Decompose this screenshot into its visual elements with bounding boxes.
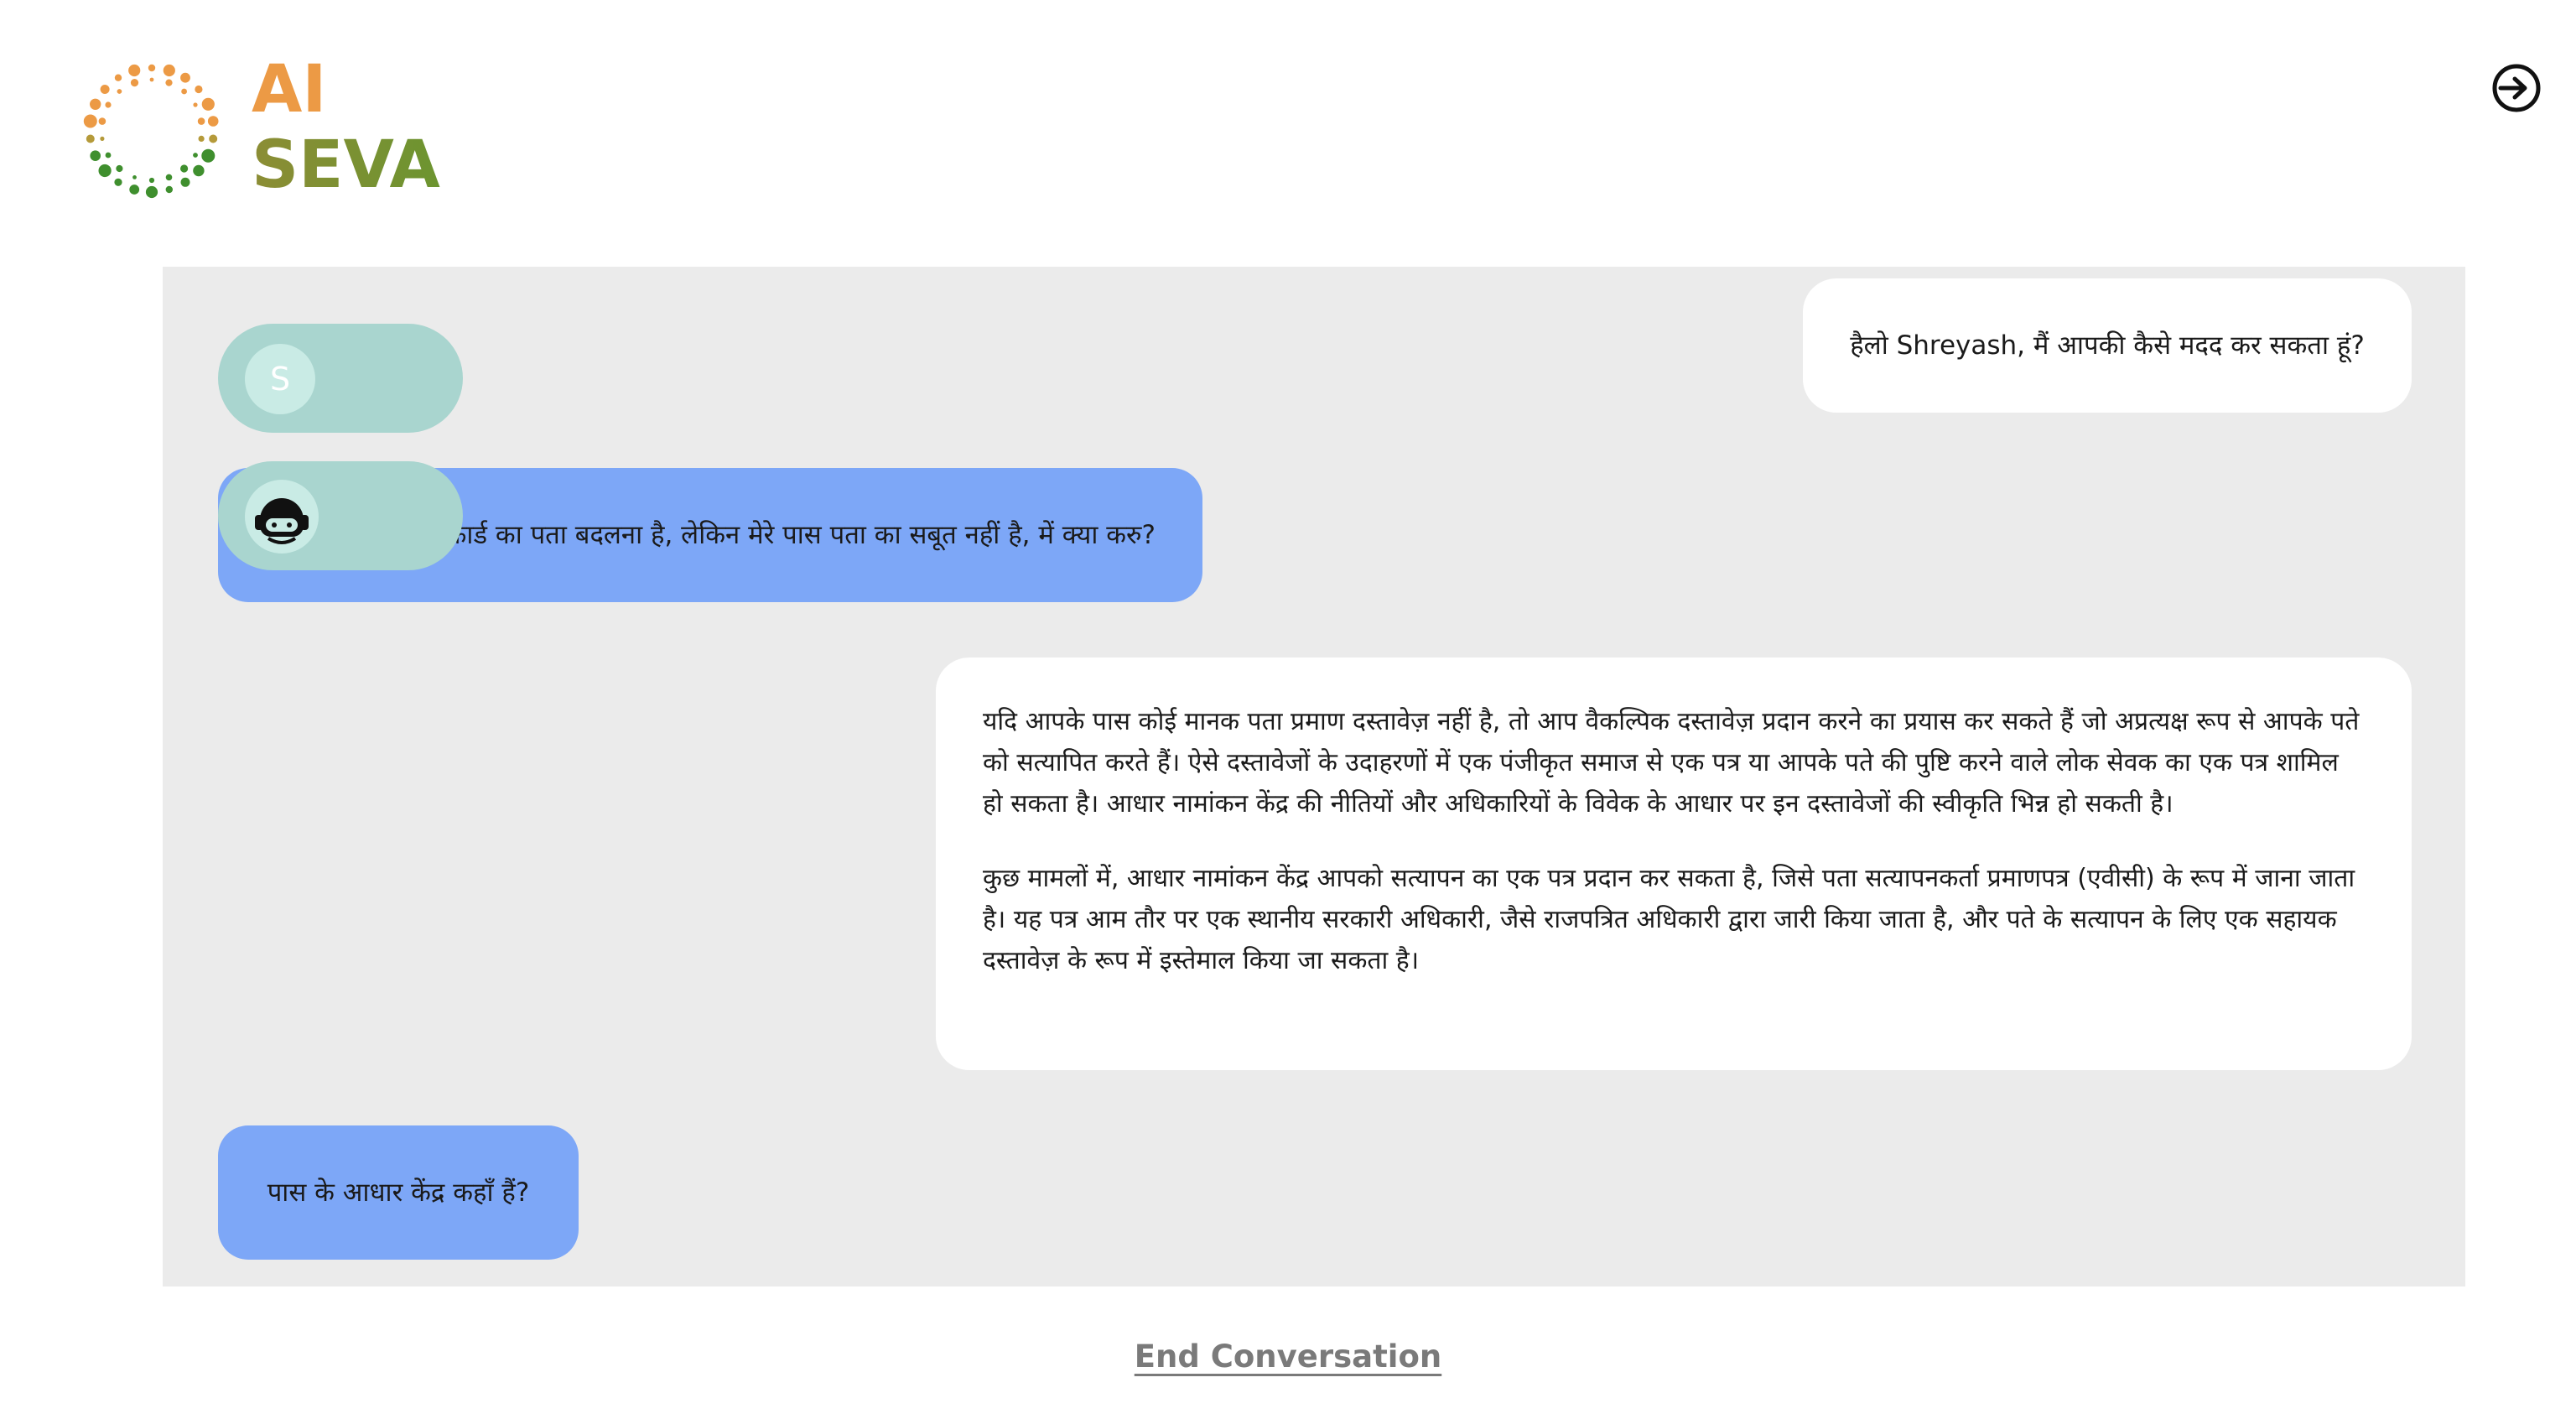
logo-dot [197,117,205,125]
logo-dot [165,174,173,181]
logo-dot [181,88,187,95]
user-avatar: S [245,344,315,414]
logo-dot [180,72,190,83]
logo-dot [148,64,156,72]
logo-dot [198,135,205,142]
logo-dot [149,77,154,82]
logo-dot [114,74,122,81]
logo-dot [90,98,101,110]
bot-message-greeting: हैलो Shreyash, मैं आपकी कैसे मदद कर सकता… [1803,278,2412,413]
logo-dot [114,178,122,186]
brand-line-seva: SEVA [252,127,440,203]
logo-dot [116,164,123,173]
logo-dot [209,134,218,143]
bot-answer-paragraph-2: कुछ मामलों में, आधार नामांकन केंद्र आपको… [983,864,2355,975]
logo-dot [100,136,105,141]
logo-dot [86,134,95,143]
bot-answer-paragraph-1: यदि आपके पास कोई मानक पता प्रमाण दस्तावे… [983,707,2360,819]
user-avatar-pill: S [218,324,463,433]
bot-avatar-pill [218,461,463,570]
user-message-text: पास के आधार केंद्र कहाँ हैं? [267,1177,530,1208]
logo-dot [105,101,112,108]
end-conversation-link[interactable]: End Conversation [1135,1338,1441,1375]
logo-dot [201,97,215,111]
logo-dot [193,102,198,107]
bot-message-text: हैलो Shreyash, मैं आपकी कैसे मदद कर सकता… [1850,330,2365,361]
logo-dot [165,79,173,86]
logo-dot [148,177,155,184]
logo-dot [83,114,97,128]
logo-dot [163,64,175,77]
logo-dot [201,148,216,163]
logo-dot [207,116,219,127]
brand-line-ai: AI [252,52,327,127]
user-message-nearby-centers: पास के आधार केंद्र कहाँ हैं? [218,1125,579,1260]
logout-arrow-icon[interactable] [2487,59,2546,117]
brand-title: AI SEVA [252,52,440,203]
logo-dot [180,177,190,187]
bot-message-answer: यदि आपके पास कोई मानक पता प्रमाण दस्तावे… [936,658,2412,1070]
logo-dot [195,85,203,94]
logo-dot [145,185,158,199]
logo-dot [117,89,122,94]
logo-dot [100,85,110,94]
end-conversation: End Conversation [0,1338,2576,1375]
logo-dot [132,175,137,179]
app-page: AI SEVA हैलो Shreyash, मैं आपकी कैसे मदद… [0,0,2576,1419]
chat-window[interactable]: हैलो Shreyash, मैं आपकी कैसे मदद कर सकता… [163,267,2465,1286]
logo-dot [105,152,112,159]
logo-dot [165,185,173,194]
logo-dot [130,79,139,87]
logo-dot [128,64,141,77]
logo-dot [98,117,106,125]
logo-dot [193,164,205,177]
logo-dot [193,153,198,158]
logo-dot [180,164,189,173]
ai-seva-logo-icon [83,64,219,199]
bot-avatar-icon [245,480,319,554]
logo-dot [90,150,101,161]
logo-dot [129,185,140,195]
logo-dot [98,164,112,178]
